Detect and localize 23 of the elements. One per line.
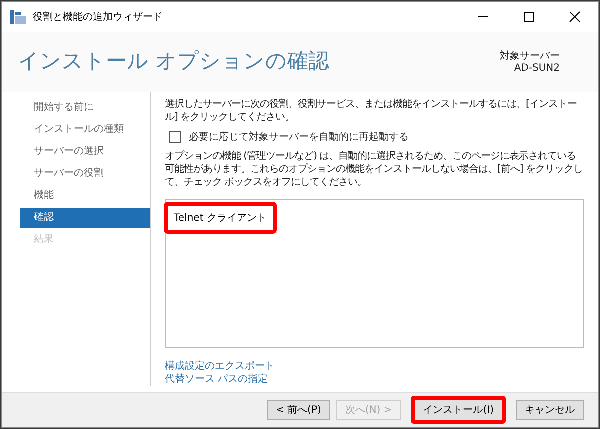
link[interactable]: 構成設定のエクスポート (165, 360, 584, 373)
link[interactable]: 代替ソース パスの指定 (165, 373, 584, 386)
target-server-label: 対象サーバー (500, 50, 560, 62)
server-icon (10, 10, 26, 24)
page-title: インストール オプションの確認 (18, 48, 330, 75)
sidebar-item[interactable]: サーバーの選択 (20, 142, 150, 162)
wizard-button[interactable]: < 前へ(P) (267, 400, 330, 420)
wizard-button[interactable]: キャンセル (516, 400, 584, 420)
restart-label: 必要に応じて対象サーバーを自動的に再起動する (189, 130, 409, 144)
feature-item: Telnet クライアント (164, 202, 277, 234)
window-title: 役割と機能の追加ウィザード (33, 10, 163, 24)
sidebar-item[interactable]: 確認 (20, 208, 150, 228)
restart-checkbox[interactable] (169, 131, 181, 143)
sidebar-item[interactable]: インストールの種類 (20, 120, 150, 140)
instruction-text: 選択したサーバーに次の役割、役割サービス、または機能をインストールするには、[インストール] をクリックしてください。 (165, 98, 578, 124)
sidebar-item[interactable]: 開始する前に (20, 98, 150, 118)
wizard-button[interactable]: インストール(I) (411, 396, 506, 424)
close-icon (569, 11, 581, 23)
target-server-name: AD-SUN2 (514, 62, 560, 74)
maximize-icon (523, 11, 535, 23)
sidebar-item[interactable]: 機能 (20, 186, 150, 206)
sidebar-item[interactable]: サーバーの役割 (20, 164, 150, 184)
note-text: オプションの機能 (管理ツールなど) は、自動的に選択されるため、このページに表示されている可能性があります。これらのオプションの機能をインストールしない場合は、[前へ] をクリックして、チェック ボックスをオフにしてください。 (165, 150, 584, 189)
